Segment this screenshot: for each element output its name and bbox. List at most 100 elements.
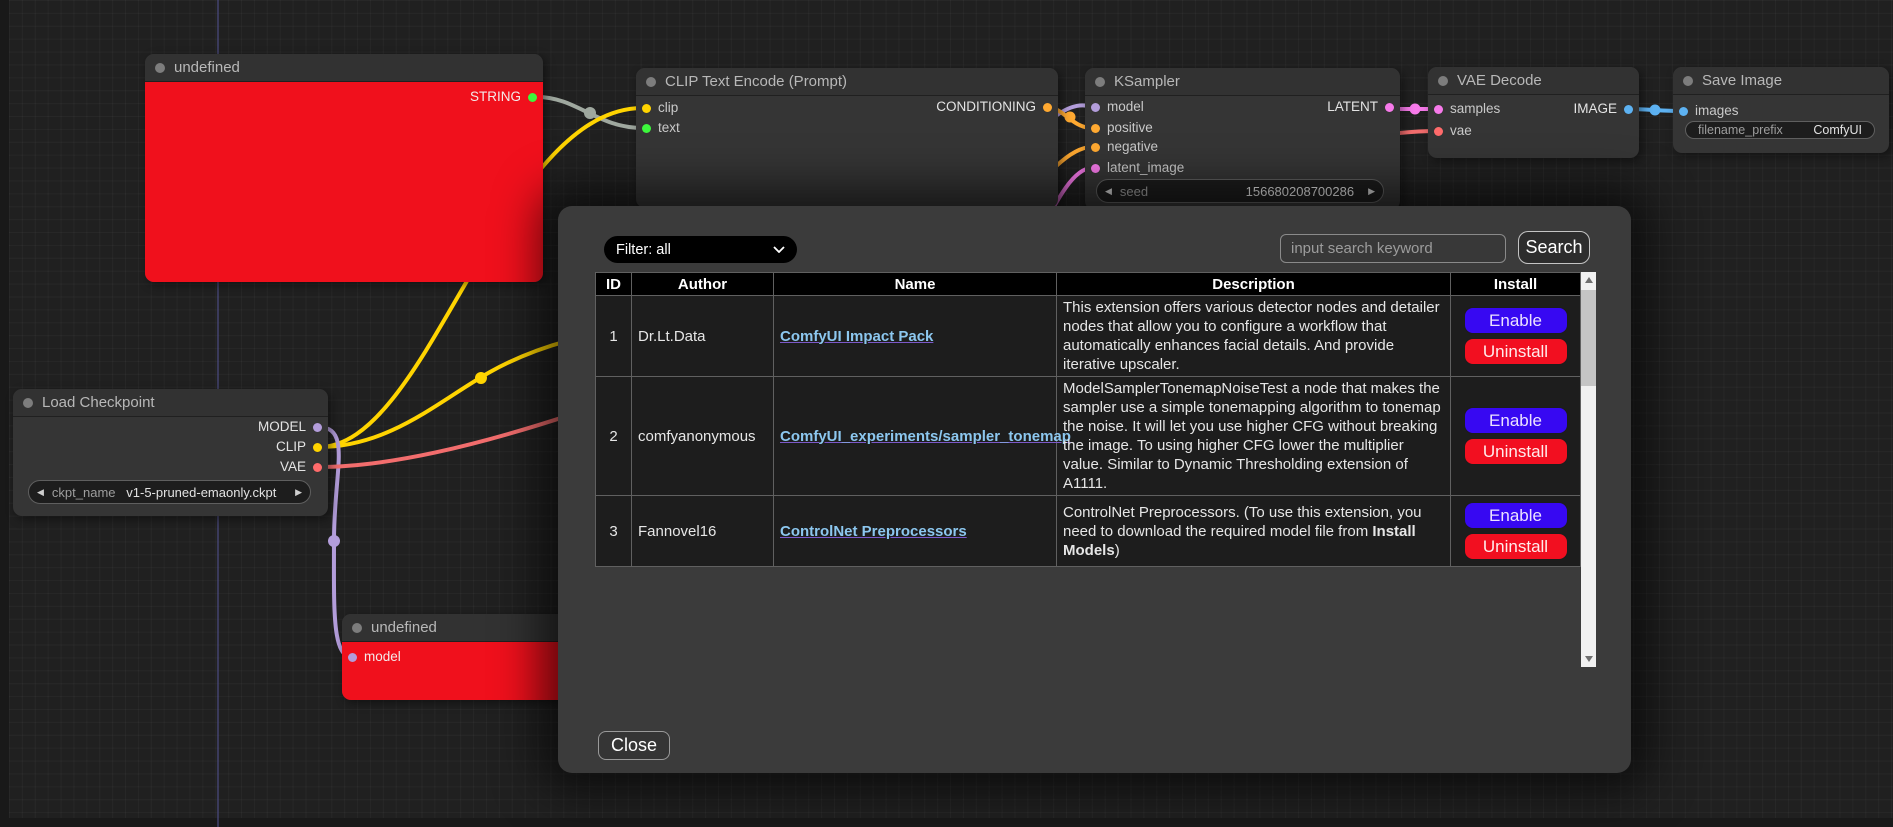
extension-link[interactable]: ComfyUI_experiments/sampler_tonemap xyxy=(780,428,1071,445)
chevron-down-icon xyxy=(773,246,785,253)
description-text: ) xyxy=(1115,542,1120,559)
custom-nodes-manager-dialog: Filter: all Search ID Author Name Descri… xyxy=(558,206,1631,773)
input-slot-images[interactable] xyxy=(1679,107,1688,116)
node-collapse-dot[interactable] xyxy=(23,398,33,408)
node-load-checkpoint[interactable]: Load Checkpoint MODEL CLIP VAE ◀ ckpt_na… xyxy=(13,389,328,516)
enable-button[interactable]: Enable xyxy=(1464,502,1568,529)
node-undefined-top[interactable]: undefined STRING xyxy=(145,54,543,282)
input-slot-model[interactable] xyxy=(348,653,357,662)
input-slot-label: images xyxy=(1695,103,1739,118)
node-header[interactable]: undefined xyxy=(342,614,572,642)
node-collapse-dot[interactable] xyxy=(646,77,656,87)
error-node-body xyxy=(145,82,543,282)
extensions-table: ID Author Name Description Install 1 Dr.… xyxy=(595,272,1581,567)
input-slot-negative[interactable] xyxy=(1091,143,1100,152)
next-arrow-icon[interactable]: ▶ xyxy=(287,487,310,498)
enable-button[interactable]: Enable xyxy=(1464,407,1568,434)
node-header[interactable]: undefined xyxy=(145,54,543,82)
search-input[interactable] xyxy=(1280,234,1506,263)
table-scrollbar[interactable] xyxy=(1581,272,1596,667)
table-row: 1 Dr.Lt.Data ComfyUI Impact Pack This ex… xyxy=(596,296,1581,377)
header-description: Description xyxy=(1057,273,1451,296)
node-collapse-dot[interactable] xyxy=(1683,76,1693,86)
node-title: undefined xyxy=(371,614,437,642)
input-slot-label: vae xyxy=(1450,123,1472,138)
link-dot-string xyxy=(584,107,596,119)
header-install: Install xyxy=(1451,273,1581,296)
node-header[interactable]: VAE Decode xyxy=(1428,67,1639,95)
header-author: Author xyxy=(632,273,774,296)
filter-select[interactable]: Filter: all xyxy=(604,236,797,263)
output-slot-latent[interactable] xyxy=(1385,103,1394,112)
widget-name: ckpt_name xyxy=(52,485,116,500)
ckpt-name-widget[interactable]: ◀ ckpt_name v1-5-pruned-emaonly.ckpt ▶ xyxy=(28,480,311,504)
widget-name: seed xyxy=(1120,184,1148,199)
extension-author: comfyanonymous xyxy=(632,377,774,496)
search-button[interactable]: Search xyxy=(1518,231,1590,264)
node-save-image[interactable]: Save Image images filename_prefix ComfyU… xyxy=(1673,67,1889,153)
input-slot-positive[interactable] xyxy=(1091,124,1100,133)
output-slot-label: MODEL xyxy=(258,419,306,434)
extension-author: Dr.Lt.Data xyxy=(632,296,774,377)
output-slot-label: IMAGE xyxy=(1573,101,1617,116)
comfyui-canvas[interactable]: undefined STRING CLIP Text Encode (Promp… xyxy=(0,0,1893,827)
extensions-table-wrapper: ID Author Name Description Install 1 Dr.… xyxy=(595,272,1596,667)
seed-widget[interactable]: ◀ seed 156680208700286 ▶ xyxy=(1096,179,1384,203)
node-title: VAE Decode xyxy=(1457,67,1542,95)
uninstall-button[interactable]: Uninstall xyxy=(1464,438,1568,465)
increment-arrow-icon[interactable]: ▶ xyxy=(1360,186,1383,197)
link-dot-clip xyxy=(475,372,487,384)
node-vae-decode[interactable]: VAE Decode samples vae IMAGE xyxy=(1428,67,1639,158)
input-slot-label: negative xyxy=(1107,139,1158,154)
input-slot-label: latent_image xyxy=(1107,160,1184,175)
description-text: This extension offers various detector n… xyxy=(1063,299,1440,373)
output-slot-vae[interactable] xyxy=(313,463,322,472)
previous-arrow-icon[interactable]: ◀ xyxy=(29,487,52,498)
node-title: Save Image xyxy=(1702,67,1782,95)
close-button[interactable]: Close xyxy=(598,731,670,760)
node-collapse-dot[interactable] xyxy=(1095,77,1105,87)
input-slot-label: text xyxy=(658,120,680,135)
node-header[interactable]: KSampler xyxy=(1085,68,1400,96)
node-header[interactable]: CLIP Text Encode (Prompt) xyxy=(636,68,1058,96)
node-title: Load Checkpoint xyxy=(42,389,155,417)
node-undefined-bottom[interactable]: undefined model xyxy=(342,614,572,700)
filter-select-value: Filter: all xyxy=(616,242,671,258)
uninstall-button[interactable]: Uninstall xyxy=(1464,533,1568,560)
extension-link[interactable]: ComfyUI Impact Pack xyxy=(780,328,933,345)
decrement-arrow-icon[interactable]: ◀ xyxy=(1097,186,1120,197)
node-header[interactable]: Load Checkpoint xyxy=(13,389,328,417)
node-collapse-dot[interactable] xyxy=(1438,76,1448,86)
link-dot-model xyxy=(328,535,340,547)
node-ksampler[interactable]: KSampler model positive negative latent_… xyxy=(1085,68,1400,210)
extension-id: 3 xyxy=(596,496,632,567)
widget-value: ComfyUI xyxy=(1783,123,1862,137)
node-title: CLIP Text Encode (Prompt) xyxy=(665,68,847,96)
input-slot-text[interactable] xyxy=(642,124,651,133)
node-title: KSampler xyxy=(1114,68,1180,96)
output-slot-conditioning[interactable] xyxy=(1043,103,1052,112)
output-slot-label: CLIP xyxy=(276,439,306,454)
input-slot-latent-image[interactable] xyxy=(1091,164,1100,173)
uninstall-button[interactable]: Uninstall xyxy=(1464,338,1568,365)
table-row: 2 comfyanonymous ComfyUI_experiments/sam… xyxy=(596,377,1581,496)
description-text: ModelSamplerTonemapNoiseTest a node that… xyxy=(1063,380,1441,492)
output-slot-model[interactable] xyxy=(313,423,322,432)
enable-button[interactable]: Enable xyxy=(1464,307,1568,334)
extension-link[interactable]: ControlNet Preprocessors xyxy=(780,523,967,540)
node-header[interactable]: Save Image xyxy=(1673,67,1889,95)
scroll-up-arrow-icon[interactable] xyxy=(1581,272,1596,288)
node-clip-text-encode[interactable]: CLIP Text Encode (Prompt) clip text COND… xyxy=(636,68,1058,208)
input-slot-vae[interactable] xyxy=(1434,127,1443,136)
output-slot-image[interactable] xyxy=(1624,105,1633,114)
link-dot-conditioning xyxy=(1065,112,1076,123)
output-slot-string[interactable] xyxy=(528,93,537,102)
widget-name: filename_prefix xyxy=(1698,123,1783,137)
node-collapse-dot[interactable] xyxy=(155,63,165,73)
widget-value: v1-5-pruned-emaonly.ckpt xyxy=(116,485,288,500)
node-collapse-dot[interactable] xyxy=(352,623,362,633)
filename-prefix-widget[interactable]: filename_prefix ComfyUI xyxy=(1685,121,1875,139)
output-slot-clip[interactable] xyxy=(313,443,322,452)
scroll-down-arrow-icon[interactable] xyxy=(1581,651,1596,667)
scrollbar-thumb[interactable] xyxy=(1581,290,1596,386)
